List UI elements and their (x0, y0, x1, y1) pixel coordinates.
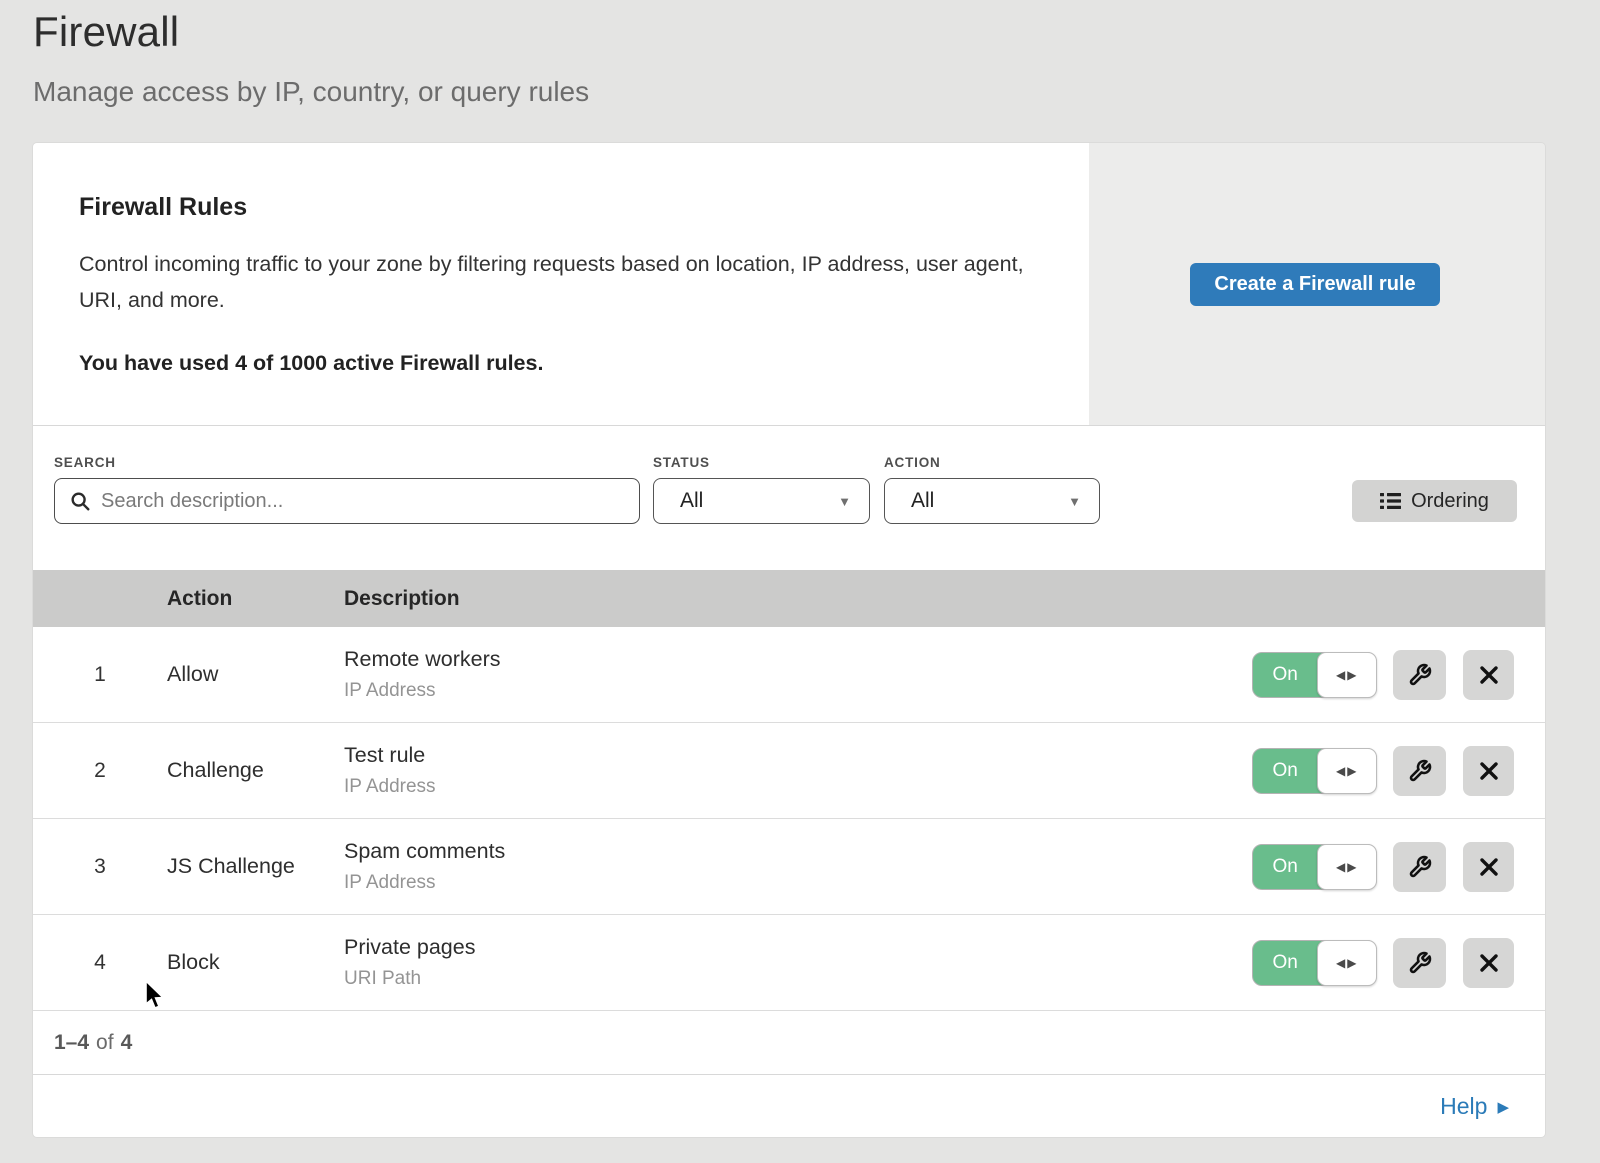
ordering-button-label: Ordering (1411, 490, 1489, 513)
action-select[interactable]: All ▼ (884, 478, 1100, 524)
page-subtitle: Manage access by IP, country, or query r… (33, 76, 589, 108)
search-box[interactable] (54, 478, 640, 524)
firewall-rules-panel: Firewall Rules Control incoming traffic … (33, 143, 1545, 1137)
rules-usage-note: You have used 4 of 1000 active Firewall … (79, 351, 1029, 376)
status-select[interactable]: All ▼ (653, 478, 870, 524)
rule-action: Block (167, 950, 344, 975)
wrench-icon (1408, 951, 1432, 975)
rules-table: 1 Allow Remote workers IP Address On ◀▶ (33, 627, 1545, 1011)
pagination-range: 1–4 (54, 1031, 89, 1055)
chevron-down-icon: ▼ (1068, 494, 1081, 509)
left-right-arrows-icon: ◀▶ (1336, 956, 1358, 970)
close-icon (1478, 952, 1500, 974)
rule-description: Private pages URI Path (344, 935, 1252, 990)
delete-rule-button[interactable] (1463, 938, 1514, 988)
rule-action: Challenge (167, 758, 344, 783)
rule-match-type: IP Address (344, 776, 1252, 798)
rule-match-type: URI Path (344, 968, 1252, 990)
arrow-right-icon: ▶ (1497, 1098, 1509, 1116)
help-link-label: Help (1440, 1093, 1487, 1120)
help-row: Help ▶ (33, 1075, 1545, 1137)
pagination: 1–4 of 4 (33, 1011, 1545, 1075)
search-label: SEARCH (54, 455, 116, 470)
help-link[interactable]: Help ▶ (1440, 1093, 1509, 1120)
rule-controls: On ◀▶ (1252, 938, 1514, 988)
rule-priority: 3 (33, 855, 167, 879)
rule-action: JS Challenge (167, 854, 344, 879)
card-description: Control incoming traffic to your zone by… (79, 246, 1029, 318)
rule-description-title: Test rule (344, 743, 1252, 768)
rule-description: Spam comments IP Address (344, 839, 1252, 894)
edit-rule-button[interactable] (1393, 938, 1446, 988)
delete-rule-button[interactable] (1463, 746, 1514, 796)
table-row: 2 Challenge Test rule IP Address On ◀▶ (33, 723, 1545, 819)
delete-rule-button[interactable] (1463, 650, 1514, 700)
left-right-arrows-icon: ◀▶ (1336, 668, 1358, 682)
firewall-rules-card-text: Firewall Rules Control incoming traffic … (33, 143, 1089, 425)
rule-description-title: Spam comments (344, 839, 1252, 864)
column-header-description: Description (344, 587, 1545, 611)
left-right-arrows-icon: ◀▶ (1336, 860, 1358, 874)
close-icon (1478, 664, 1500, 686)
search-icon (69, 490, 91, 512)
toggle-state-label: On (1253, 749, 1317, 793)
rule-controls: On ◀▶ (1252, 746, 1514, 796)
rule-enabled-toggle[interactable]: On ◀▶ (1252, 940, 1377, 986)
toggle-knob[interactable]: ◀▶ (1317, 652, 1377, 698)
rule-match-type: IP Address (344, 872, 1252, 894)
close-icon (1478, 856, 1500, 878)
rule-enabled-toggle[interactable]: On ◀▶ (1252, 652, 1377, 698)
filters-bar: SEARCH STATUS All ▼ ACTION All ▼ Orderin… (33, 426, 1545, 570)
toggle-state-label: On (1253, 941, 1317, 985)
rule-match-type: IP Address (344, 680, 1252, 702)
rule-priority: 1 (33, 663, 167, 687)
rule-enabled-toggle[interactable]: On ◀▶ (1252, 748, 1377, 794)
status-select-value: All (680, 489, 703, 513)
create-firewall-rule-button[interactable]: Create a Firewall rule (1190, 263, 1440, 306)
pagination-of: of (89, 1031, 121, 1055)
rule-description: Remote workers IP Address (344, 647, 1252, 702)
wrench-icon (1408, 759, 1432, 783)
ordering-button[interactable]: Ordering (1352, 480, 1517, 522)
status-label: STATUS (653, 455, 710, 470)
table-row: 1 Allow Remote workers IP Address On ◀▶ (33, 627, 1545, 723)
firewall-rules-card: Firewall Rules Control incoming traffic … (33, 143, 1545, 426)
rule-controls: On ◀▶ (1252, 842, 1514, 892)
rules-table-header: Action Description (33, 570, 1545, 627)
table-row: 4 Block Private pages URI Path On ◀▶ (33, 915, 1545, 1011)
action-label: ACTION (884, 455, 941, 470)
toggle-knob[interactable]: ◀▶ (1317, 748, 1377, 794)
page-title: Firewall (33, 8, 589, 56)
action-select-value: All (911, 489, 934, 513)
rule-description-title: Remote workers (344, 647, 1252, 672)
wrench-icon (1408, 855, 1432, 879)
toggle-state-label: On (1253, 845, 1317, 889)
rule-priority: 4 (33, 951, 167, 975)
toggle-state-label: On (1253, 653, 1317, 697)
rule-priority: 2 (33, 759, 167, 783)
page-header: Firewall Manage access by IP, country, o… (33, 8, 589, 108)
card-title: Firewall Rules (79, 193, 1029, 222)
edit-rule-button[interactable] (1393, 842, 1446, 892)
toggle-knob[interactable]: ◀▶ (1317, 940, 1377, 986)
pagination-total: 4 (121, 1031, 133, 1055)
search-input[interactable] (91, 479, 639, 523)
toggle-knob[interactable]: ◀▶ (1317, 844, 1377, 890)
close-icon (1478, 760, 1500, 782)
ordered-list-icon (1380, 492, 1401, 510)
rule-controls: On ◀▶ (1252, 650, 1514, 700)
card-action-panel: Create a Firewall rule (1089, 143, 1545, 425)
left-right-arrows-icon: ◀▶ (1336, 764, 1358, 778)
rule-enabled-toggle[interactable]: On ◀▶ (1252, 844, 1377, 890)
rule-description: Test rule IP Address (344, 743, 1252, 798)
wrench-icon (1408, 663, 1432, 687)
chevron-down-icon: ▼ (838, 494, 851, 509)
edit-rule-button[interactable] (1393, 650, 1446, 700)
rule-description-title: Private pages (344, 935, 1252, 960)
column-header-action: Action (167, 587, 344, 611)
edit-rule-button[interactable] (1393, 746, 1446, 796)
table-row: 3 JS Challenge Spam comments IP Address … (33, 819, 1545, 915)
delete-rule-button[interactable] (1463, 842, 1514, 892)
rule-action: Allow (167, 662, 344, 687)
